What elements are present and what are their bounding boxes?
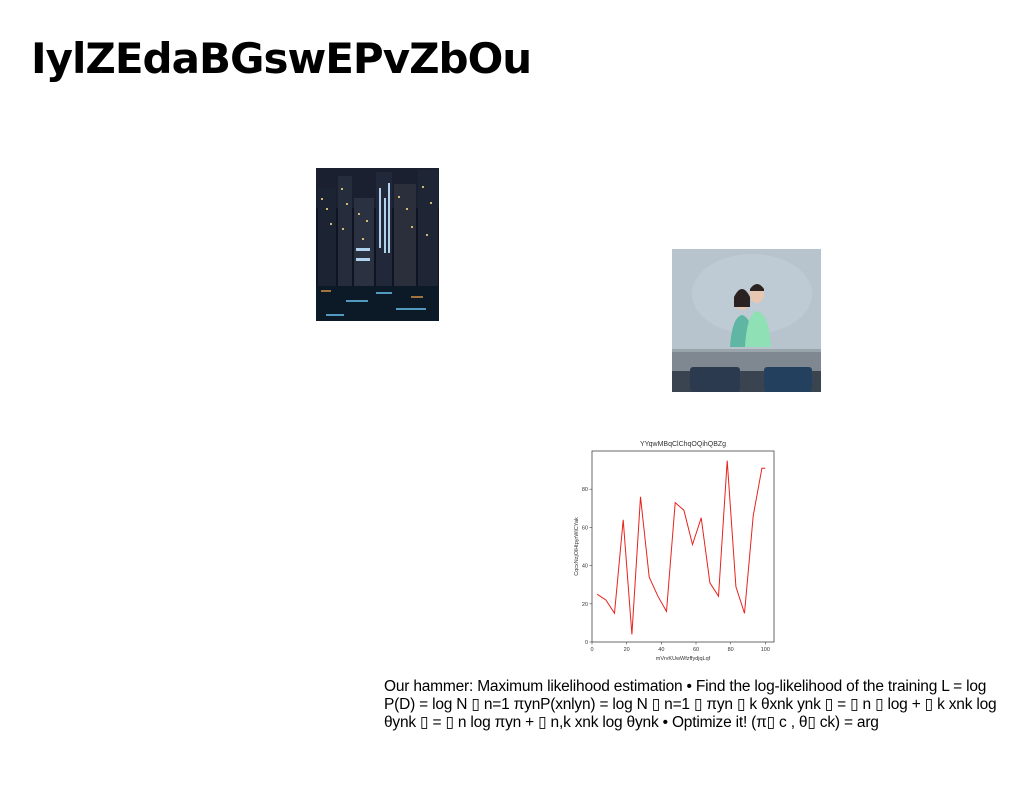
city-photo xyxy=(316,168,439,321)
y-tick-label: 0 xyxy=(585,640,588,646)
slide-title: IylZEdaBGswEPvZbOu xyxy=(31,34,532,83)
y-tick-label: 20 xyxy=(582,602,588,608)
chart-title: YYqwMBqClChqOQihQBZg xyxy=(640,441,726,448)
x-axis-label: mVrvKUwWfzffydjqLqf xyxy=(656,656,711,662)
line-chart: YYqwMBqClChqOQihQBZg 0 20 40 60 80 100 0 20 40 60 8… xyxy=(566,436,778,668)
y-tick-label: 60 xyxy=(582,525,588,531)
x-tick-label: 20 xyxy=(624,647,630,653)
x-tick-label: 40 xyxy=(658,647,664,653)
y-axis-label: CqcxNzjOlHtpyrWiCYak xyxy=(574,517,580,576)
couple-photo xyxy=(672,249,821,392)
x-tick-label: 60 xyxy=(693,647,699,653)
y-tick-label: 80 xyxy=(582,487,588,493)
x-tick-label: 0 xyxy=(590,647,593,653)
body-text: Our hammer: Maximum likelihood estimatio… xyxy=(384,678,997,731)
y-tick-label: 40 xyxy=(582,564,588,570)
x-tick-label: 80 xyxy=(728,647,734,653)
series-line xyxy=(596,460,766,635)
x-tick-label: 100 xyxy=(761,647,770,653)
chart-plot-frame xyxy=(591,450,775,643)
